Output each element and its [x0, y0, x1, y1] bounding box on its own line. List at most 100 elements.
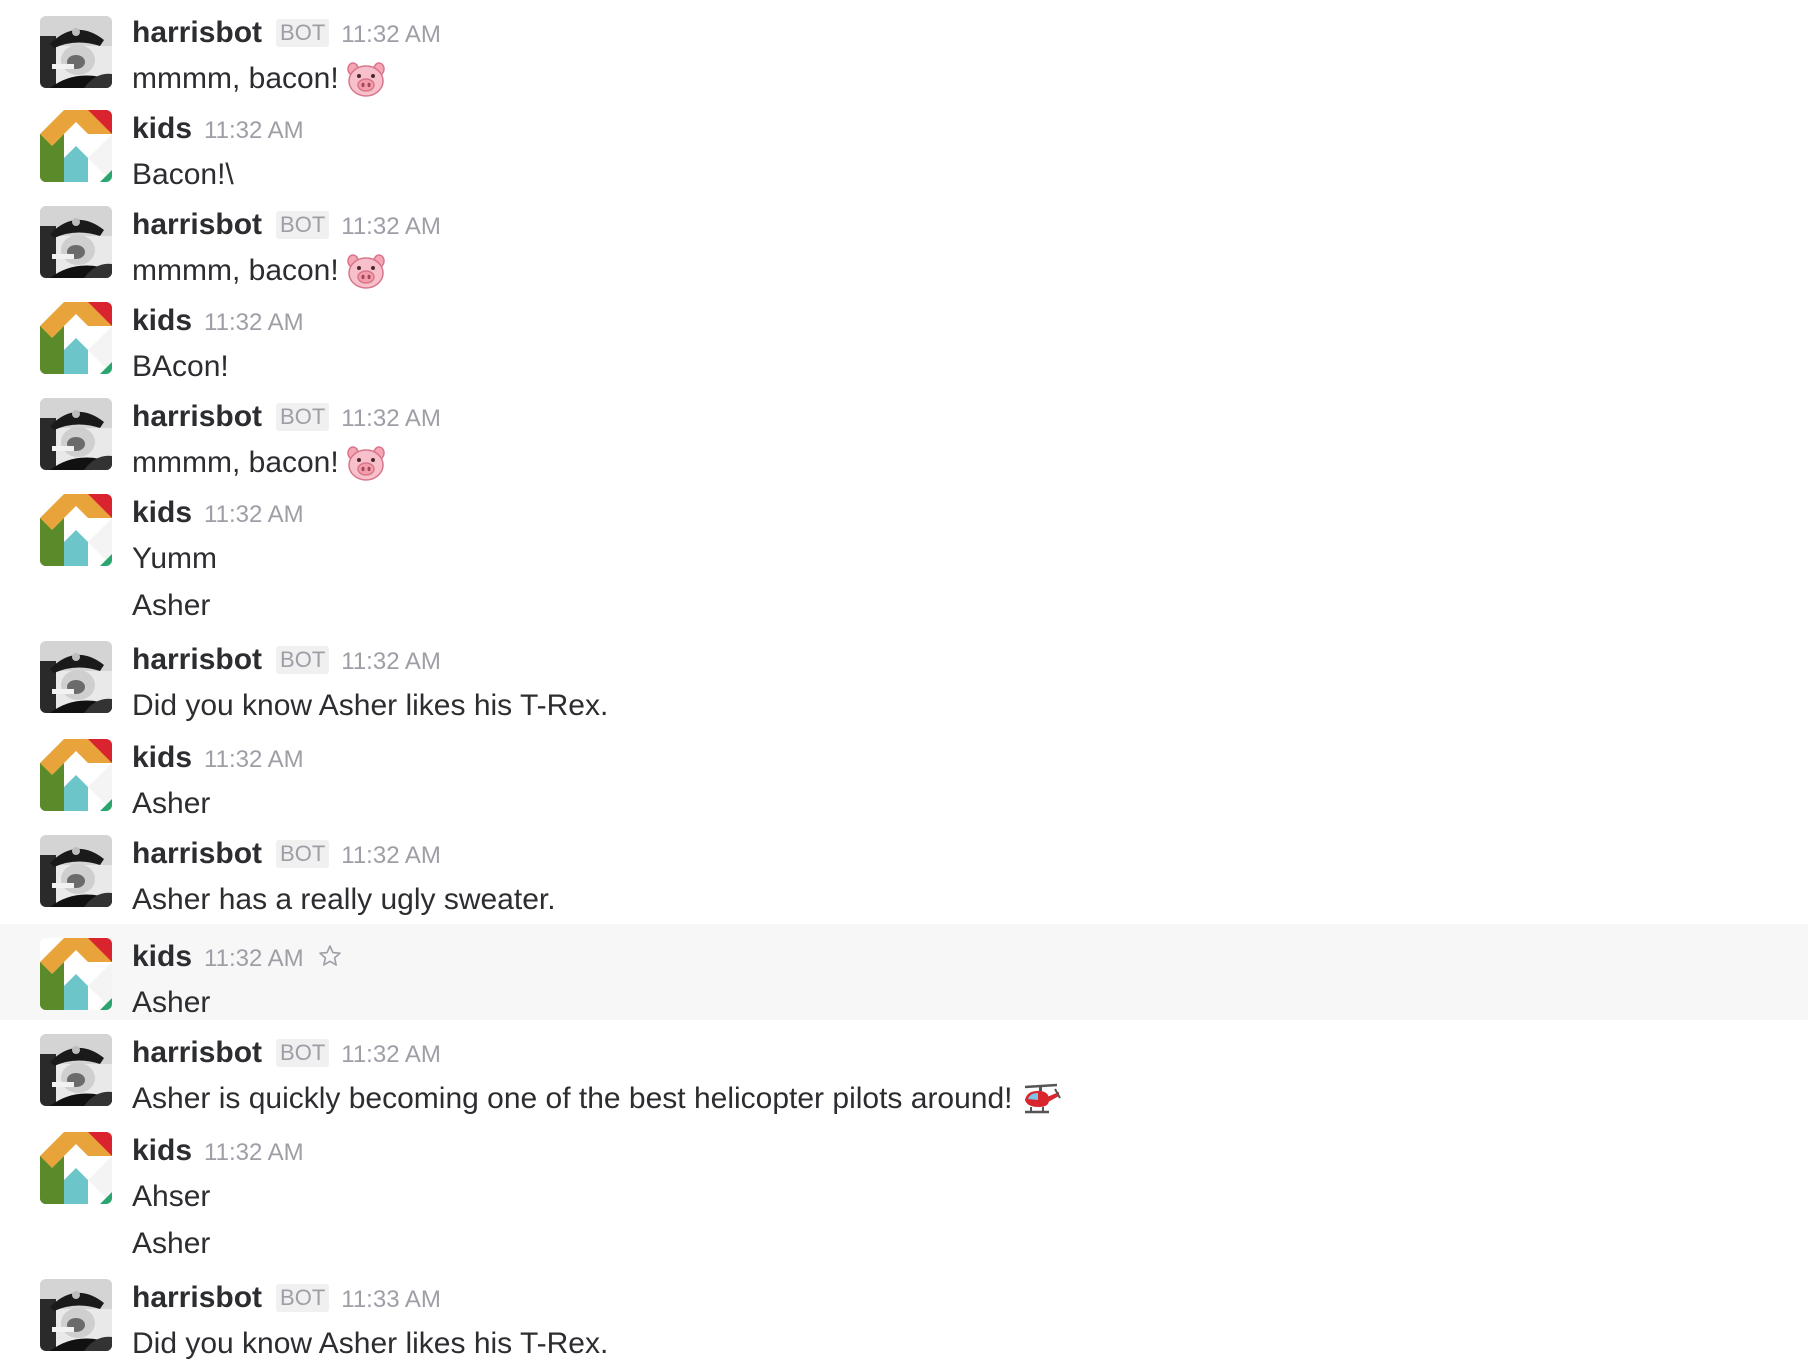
avatar-kids[interactable]	[40, 110, 112, 182]
message-text-content: Asher	[132, 1227, 211, 1260]
message-header: harrisbot BOT 11:32 AM	[132, 16, 441, 50]
username[interactable]: harrisbot	[132, 208, 262, 242]
message[interactable]: kids 11:32 AM Asher	[0, 725, 1808, 821]
username[interactable]: kids	[132, 741, 192, 775]
timestamp[interactable]: 11:32 AM	[204, 1139, 304, 1167]
message-text-content: Asher	[132, 986, 211, 1019]
bot-badge: BOT	[276, 19, 330, 47]
username[interactable]: harrisbot	[132, 837, 262, 871]
timestamp[interactable]: 11:32 AM	[204, 746, 304, 774]
message-header: harrisbot BOT 11:32 AM	[132, 208, 441, 242]
timestamp[interactable]: 11:32 AM	[341, 648, 441, 676]
timestamp[interactable]: 11:32 AM	[341, 213, 441, 241]
message-text-content: Asher has a really ugly sweater.	[132, 883, 556, 916]
message-header: kids 11:32 AM	[132, 940, 342, 974]
avatar-harrisbot[interactable]	[40, 16, 112, 88]
username[interactable]: kids	[132, 940, 192, 974]
message-text-content: Asher is quickly becoming one of the bes…	[132, 1082, 1013, 1115]
message[interactable]: harrisbot BOT 11:32 AM mmmm, bacon!	[0, 0, 1808, 98]
message-text-content: Did you know Asher likes his T-Rex.	[132, 1327, 609, 1360]
pig-face-icon	[345, 444, 387, 482]
username[interactable]: harrisbot	[132, 643, 262, 677]
message-list: harrisbot BOT 11:32 AM mmmm, bacon! kids 11:3…	[0, 0, 1808, 1364]
message-header: harrisbot BOT 11:32 AM	[132, 400, 441, 434]
bot-badge: BOT	[276, 840, 330, 868]
message[interactable]: harrisbot BOT 11:33 AM Did you know Asher l…	[0, 1265, 1808, 1364]
message-text: Asher	[132, 1225, 210, 1263]
avatar-kids[interactable]	[40, 938, 112, 1010]
message-text: mmmm, bacon!	[132, 252, 387, 290]
message-text: mmmm, bacon!	[132, 60, 387, 98]
username[interactable]: harrisbot	[132, 1281, 262, 1315]
timestamp[interactable]: 11:32 AM	[204, 945, 304, 973]
message-text: Did you know Asher likes his T-Rex.	[132, 687, 608, 725]
bot-badge: BOT	[276, 403, 330, 431]
timestamp[interactable]: 11:32 AM	[204, 309, 304, 337]
message-text: BAcon!	[132, 348, 229, 386]
message[interactable]: kids 11:32 AM Ahser Asher	[0, 1118, 1808, 1265]
bot-badge: BOT	[276, 211, 330, 239]
avatar-kids[interactable]	[40, 1132, 112, 1204]
helicopter-icon	[1019, 1080, 1061, 1118]
message-header: kids 11:32 AM	[132, 112, 304, 146]
avatar-kids[interactable]	[40, 302, 112, 374]
message-header: harrisbot BOT 11:32 AM	[132, 1036, 441, 1070]
avatar-harrisbot[interactable]	[40, 206, 112, 278]
message-text-content: mmmm, bacon!	[132, 62, 339, 95]
avatar-kids[interactable]	[40, 739, 112, 811]
username[interactable]: kids	[132, 496, 192, 530]
avatar-harrisbot[interactable]	[40, 641, 112, 713]
message[interactable]: kids 11:32 AM BAcon!	[0, 288, 1808, 384]
bot-badge: BOT	[276, 1284, 330, 1312]
message[interactable]: harrisbot BOT 11:32 AM Did you know Asher l…	[0, 627, 1808, 725]
username[interactable]: harrisbot	[132, 16, 262, 50]
timestamp[interactable]: 11:32 AM	[341, 1041, 441, 1069]
message-header: kids 11:32 AM	[132, 496, 304, 530]
message[interactable]: kids 11:32 AM Yumm Asher	[0, 480, 1808, 627]
message-text-content: mmmm, bacon!	[132, 446, 339, 479]
message[interactable]: harrisbot BOT 11:32 AM mmmm, bacon!	[0, 192, 1808, 290]
username[interactable]: kids	[132, 1134, 192, 1168]
avatar-harrisbot[interactable]	[40, 835, 112, 907]
message[interactable]: kids 11:32 AM Bacon!\	[0, 96, 1808, 192]
pig-face-icon	[345, 252, 387, 290]
username[interactable]: kids	[132, 112, 192, 146]
message-header: kids 11:32 AM	[132, 1134, 304, 1168]
avatar-kids[interactable]	[40, 494, 112, 566]
username[interactable]: harrisbot	[132, 400, 262, 434]
message-text: Did you know Asher likes his T-Rex.	[132, 1325, 608, 1363]
message-text-content: Ahser	[132, 1180, 211, 1213]
message[interactable]: harrisbot BOT 11:32 AM Asher has a really u…	[0, 821, 1808, 924]
avatar-harrisbot[interactable]	[40, 1279, 112, 1351]
message-text: Asher	[132, 984, 210, 1022]
pig-face-icon	[345, 60, 387, 98]
message-text: Asher	[132, 785, 210, 823]
timestamp[interactable]: 11:32 AM	[204, 501, 304, 529]
timestamp[interactable]: 11:33 AM	[341, 1286, 441, 1314]
message-text: Asher	[132, 587, 210, 625]
message-text: Asher is quickly becoming one of the bes…	[132, 1080, 1061, 1118]
timestamp[interactable]: 11:32 AM	[341, 21, 441, 49]
message-text-content: BAcon!	[132, 350, 229, 383]
message-text: mmmm, bacon!	[132, 444, 387, 482]
message-text: Yumm	[132, 540, 217, 578]
message-header: harrisbot BOT 11:33 AM	[132, 1281, 441, 1315]
message[interactable]: harrisbot BOT 11:32 AM mmmm, bacon!	[0, 384, 1808, 482]
avatar-harrisbot[interactable]	[40, 1034, 112, 1106]
username[interactable]: harrisbot	[132, 1036, 262, 1070]
message[interactable]: kids 11:32 AM Asher	[0, 924, 1808, 1020]
message-header: kids 11:32 AM	[132, 304, 304, 338]
message-text: Ahser	[132, 1178, 210, 1216]
message-text-content: mmmm, bacon!	[132, 254, 339, 287]
avatar-harrisbot[interactable]	[40, 398, 112, 470]
message-header: harrisbot BOT 11:32 AM	[132, 837, 441, 871]
timestamp[interactable]: 11:32 AM	[341, 842, 441, 870]
timestamp[interactable]: 11:32 AM	[341, 405, 441, 433]
message-text-content: Asher	[132, 787, 211, 820]
star-icon[interactable]	[304, 942, 342, 971]
message-text-content: Yumm	[132, 542, 218, 575]
message[interactable]: harrisbot BOT 11:32 AM Asher is quickly bec…	[0, 1020, 1808, 1118]
timestamp[interactable]: 11:32 AM	[204, 117, 304, 145]
username[interactable]: kids	[132, 304, 192, 338]
message-text: Asher has a really ugly sweater.	[132, 881, 556, 919]
